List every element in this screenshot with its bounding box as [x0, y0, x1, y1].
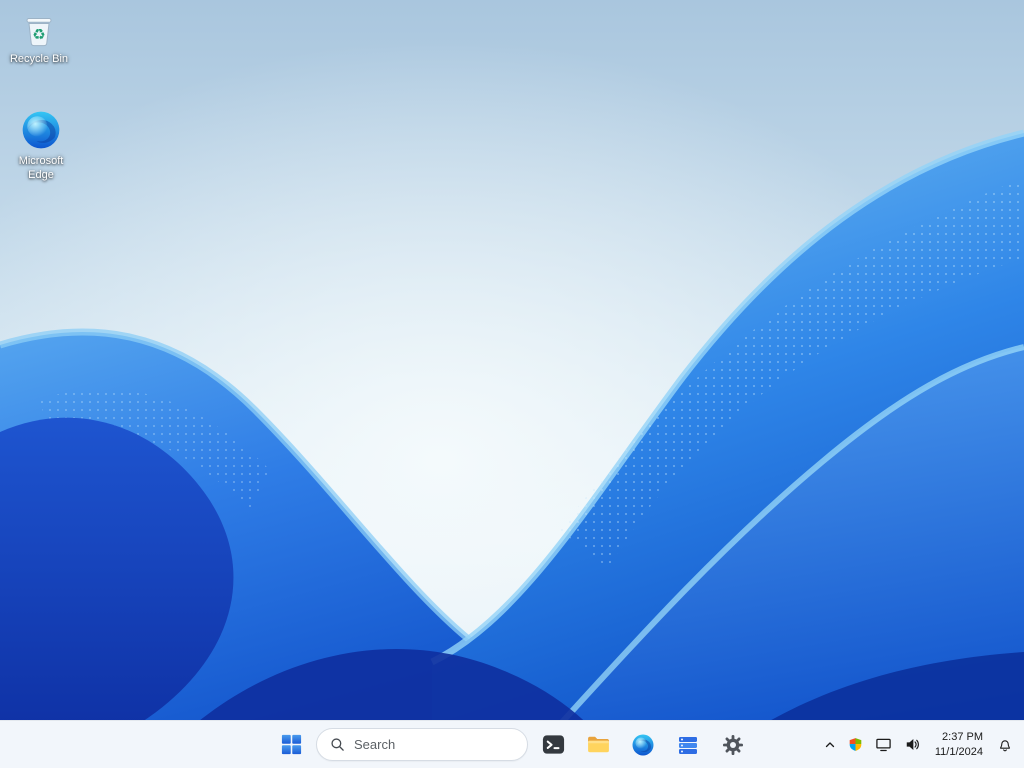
tray-overflow-button[interactable]	[819, 725, 841, 765]
edge-app-button[interactable]	[623, 725, 663, 765]
server-stack-icon	[676, 733, 700, 757]
desktop-icon-recycle-bin[interactable]: ♻ Recycle Bin	[6, 8, 72, 69]
terminal-app-button[interactable]	[533, 725, 573, 765]
desktop: ♻ Recycle Bin Microsoft Edge	[0, 0, 1024, 768]
taskbar-clock[interactable]: 2:37 PM 11/1/2024	[928, 725, 990, 765]
search-label: Search	[354, 737, 395, 752]
settings-button[interactable]	[713, 725, 753, 765]
clock-date: 11/1/2024	[935, 745, 983, 760]
server-manager-button[interactable]	[668, 725, 708, 765]
file-explorer-button[interactable]	[578, 725, 618, 765]
start-button[interactable]	[271, 725, 311, 765]
svg-text:♻: ♻	[32, 27, 45, 44]
volume-tray-button[interactable]	[899, 725, 926, 765]
notification-bell-icon	[997, 737, 1013, 753]
windows-security-shield-icon	[848, 737, 863, 752]
windows-security-tray-button[interactable]	[843, 725, 868, 765]
recycle-bin-icon: ♻	[19, 10, 59, 50]
search-box[interactable]: Search	[316, 728, 528, 761]
edge-desktop-label: Microsoft Edge	[10, 155, 72, 183]
network-icon	[875, 736, 892, 753]
recycle-bin-label: Recycle Bin	[10, 53, 68, 67]
terminal-icon	[541, 732, 566, 757]
clock-time: 2:37 PM	[942, 730, 983, 745]
notification-center-button[interactable]	[992, 725, 1018, 765]
taskbar: Search	[0, 720, 1024, 768]
windows-logo-icon	[280, 733, 303, 756]
taskbar-center-group: Search	[271, 721, 753, 768]
file-explorer-icon	[586, 732, 611, 757]
system-tray: 2:37 PM 11/1/2024	[819, 721, 1018, 768]
settings-gear-icon	[721, 733, 745, 757]
edge-icon	[19, 108, 63, 152]
search-icon	[330, 737, 345, 752]
edge-icon	[631, 733, 655, 757]
network-tray-button[interactable]	[870, 725, 897, 765]
wallpaper	[0, 0, 1024, 768]
volume-icon	[904, 736, 921, 753]
chevron-up-icon	[824, 739, 836, 751]
desktop-icon-microsoft-edge[interactable]: Microsoft Edge	[8, 106, 74, 185]
